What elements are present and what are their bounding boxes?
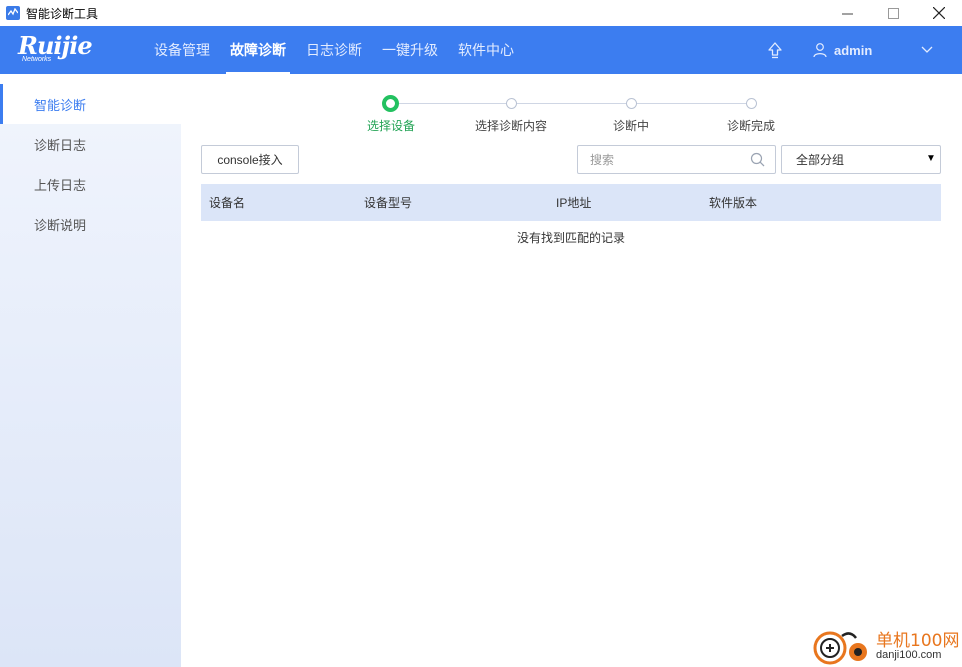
close-icon bbox=[933, 7, 945, 19]
watermark-logo-icon bbox=[813, 631, 867, 665]
search-icon[interactable] bbox=[750, 152, 765, 167]
user-icon bbox=[813, 43, 827, 58]
step-connector bbox=[637, 103, 747, 104]
table-empty-message: 没有找到匹配的记录 bbox=[516, 231, 625, 245]
column-device-name[interactable]: 设备名 bbox=[209, 184, 245, 221]
ruijie-logo: Ruijie Networks bbox=[18, 34, 108, 68]
search-box bbox=[577, 145, 776, 174]
step-2-label: 选择诊断内容 bbox=[474, 119, 548, 133]
user-menu[interactable]: admin bbox=[812, 26, 872, 74]
search-input[interactable] bbox=[578, 146, 743, 173]
step-3-dot bbox=[626, 98, 637, 109]
sidebar: 智能诊断 诊断日志 上传日志 诊断说明 bbox=[0, 74, 181, 667]
step-4-dot bbox=[746, 98, 757, 109]
step-connector bbox=[397, 103, 507, 104]
step-2-dot bbox=[506, 98, 517, 109]
step-connector bbox=[517, 103, 627, 104]
nav-software-center[interactable]: 软件中心 bbox=[450, 26, 522, 74]
step-3-label: 诊断中 bbox=[612, 119, 650, 133]
watermark-url: danji100.com bbox=[876, 649, 942, 661]
diagnosis-steps: 选择设备 选择诊断内容 诊断中 诊断完成 bbox=[340, 92, 820, 138]
sidebar-item-smart-diagnosis[interactable]: 智能诊断 bbox=[0, 84, 181, 124]
step-1-dot bbox=[382, 95, 399, 112]
sidebar-item-diagnosis-log[interactable]: 诊断日志 bbox=[0, 124, 181, 164]
logo-text: Ruijie bbox=[18, 31, 93, 60]
nav-device-management[interactable]: 设备管理 bbox=[146, 26, 218, 74]
nav-fault-diagnosis[interactable]: 故障诊断 bbox=[222, 26, 294, 74]
upload-icon[interactable] bbox=[766, 41, 784, 59]
app-icon bbox=[6, 6, 20, 20]
sidebar-item-upload-log[interactable]: 上传日志 bbox=[0, 164, 181, 204]
maximize-button[interactable] bbox=[870, 0, 916, 26]
minimize-button[interactable] bbox=[824, 0, 870, 26]
username: admin bbox=[834, 42, 873, 58]
site-watermark: 单机100网 danji100.com bbox=[812, 624, 962, 667]
watermark-title: 单机100网 bbox=[876, 631, 960, 651]
step-4-label: 诊断完成 bbox=[726, 119, 776, 133]
top-nav: 设备管理 故障诊断 日志诊断 一键升级 软件中心 bbox=[146, 26, 526, 74]
window-controls bbox=[824, 0, 962, 26]
group-select[interactable]: 全部分组 ▼ bbox=[781, 145, 941, 174]
maximize-icon bbox=[887, 7, 899, 19]
window-title: 智能诊断工具 bbox=[26, 6, 99, 21]
window-titlebar: 智能诊断工具 bbox=[0, 0, 962, 26]
column-software-version[interactable]: 软件版本 bbox=[709, 184, 757, 221]
console-access-button[interactable]: console接入 bbox=[201, 145, 299, 174]
sidebar-spacer bbox=[0, 74, 181, 84]
nav-log-diagnosis[interactable]: 日志诊断 bbox=[298, 26, 370, 74]
step-1-label: 选择设备 bbox=[366, 119, 416, 133]
chevron-down-icon[interactable] bbox=[920, 43, 934, 57]
minimize-icon bbox=[841, 13, 853, 14]
close-button[interactable] bbox=[916, 0, 962, 26]
device-table-header: 设备名 设备型号 IP地址 软件版本 bbox=[201, 184, 941, 221]
app-header: Ruijie Networks 设备管理 故障诊断 日志诊断 一键升级 软件中心… bbox=[0, 26, 962, 74]
column-device-model[interactable]: 设备型号 bbox=[364, 184, 412, 221]
sidebar-item-diagnosis-guide[interactable]: 诊断说明 bbox=[0, 204, 181, 244]
column-ip-address[interactable]: IP地址 bbox=[556, 184, 591, 221]
nav-one-click-upgrade[interactable]: 一键升级 bbox=[374, 26, 446, 74]
dropdown-arrow-icon: ▼ bbox=[926, 153, 936, 164]
group-select-value: 全部分组 bbox=[796, 153, 845, 167]
